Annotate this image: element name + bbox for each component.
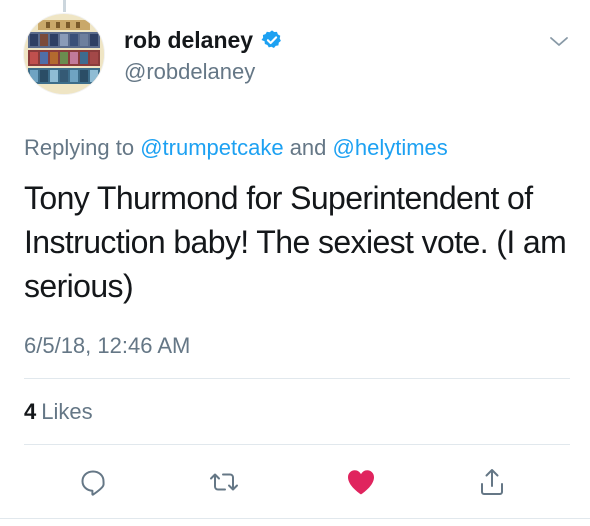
likes-stat[interactable]: 4 Likes xyxy=(24,398,93,426)
tweet-timestamp[interactable]: 6/5/18, 12:46 AM xyxy=(24,332,190,360)
heart-icon xyxy=(348,470,374,495)
share-icon xyxy=(481,469,503,495)
thread-connector-line xyxy=(63,0,66,12)
retweet-icon xyxy=(210,473,238,491)
tweet-body-text: Tony Thurmond for Superintendent of Inst… xyxy=(24,180,567,304)
tweet-action-bar xyxy=(0,460,590,504)
retweet-button[interactable] xyxy=(202,460,246,504)
avatar[interactable] xyxy=(24,14,104,94)
verified-badge-icon xyxy=(261,30,282,48)
divider-bottom xyxy=(24,444,570,445)
author-handle[interactable]: @robdelaney xyxy=(124,58,255,86)
like-button[interactable] xyxy=(339,460,383,504)
likes-label: Likes xyxy=(41,399,93,424)
reply-mention-trumpetcake[interactable]: @trumpetcake xyxy=(140,135,283,160)
share-button[interactable] xyxy=(470,460,514,504)
author-display-name[interactable]: rob delaney xyxy=(124,26,253,54)
divider-top xyxy=(24,378,570,379)
avatar-image xyxy=(24,14,104,94)
replying-to-joiner: and xyxy=(283,135,333,160)
replying-to-line: Replying to @trumpetcake and @helytimes xyxy=(24,134,448,162)
speech-bubble-icon xyxy=(81,470,105,496)
reply-button[interactable] xyxy=(71,460,115,504)
reply-mention-helytimes[interactable]: @helytimes xyxy=(333,135,448,160)
replying-to-prefix: Replying to xyxy=(24,135,141,160)
likes-count: 4 xyxy=(24,399,37,424)
more-options-chevron-icon[interactable] xyxy=(548,34,570,50)
author-name-row: rob delaney xyxy=(124,26,283,54)
bottom-border xyxy=(0,518,590,519)
